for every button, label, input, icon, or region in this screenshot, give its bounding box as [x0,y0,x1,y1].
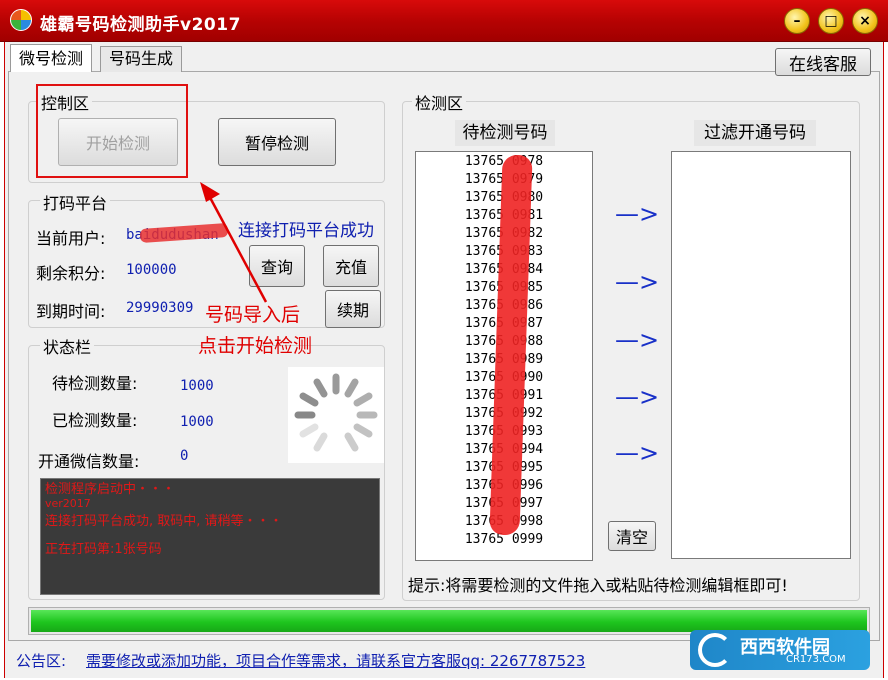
opened-count-value: 0 [180,448,189,464]
tip-text: 提示:将需要检测的文件拖入或粘贴待检测编辑框即可! [408,576,788,595]
recharge-button[interactable]: 充值 [323,245,379,287]
arrow-right-icon: —> [615,383,660,411]
arrow-right-icon: —> [615,439,660,467]
minimize-icon: – [793,13,801,29]
detect-group-title: 检测区 [412,90,467,114]
platform-group-title: 打码平台 [40,190,111,214]
tab-number-generate[interactable]: 号码生成 [100,46,183,72]
opened-count-label: 开通微信数量: [38,452,140,471]
log-console[interactable]: 检测程序启动中・・・ ver2017 连接打码平台成功, 取码中, 请稍等・・・… [40,478,380,595]
hint-arrow-icon [200,182,268,303]
hint-line-2: 点击开始检测 [198,335,313,357]
arrow-right-icon: —> [615,200,660,228]
highlight-box [36,84,188,178]
points-value: 100000 [126,262,177,278]
log-line: ver2017 [45,497,91,510]
log-line: 连接打码平台成功, 取码中, 请稍等・・・ [45,514,283,529]
status-group-title: 状态栏 [40,334,95,358]
notice-label: 公告区: [16,652,67,670]
close-button[interactable]: × [852,8,878,34]
close-icon: × [859,13,871,29]
app-icon [10,9,32,31]
progress-fill [31,610,867,632]
current-user-label: 当前用户: [36,229,106,248]
arrow-right-icon: —> [615,268,660,296]
log-line: 检测程序启动中・・・ [45,482,176,497]
notice-link[interactable]: 需要修改或添加功能，项目合作等需求，请联系官方客服qq: 2267787523 [86,650,585,671]
expire-label: 到期时间: [36,302,106,321]
tab-wechat-check[interactable]: 微号检测 [10,44,93,72]
watermark-url: CR173.COM [786,654,846,665]
watermark-c-icon [698,633,732,667]
expire-value: 29990309 [126,300,194,316]
filtered-numbers-list[interactable] [671,151,851,559]
checked-count-value: 1000 [180,414,214,430]
pending-count-label: 待检测数量: [52,374,138,393]
maximize-button[interactable]: □ [818,8,844,34]
points-label: 剩余积分: [36,264,106,283]
pause-check-button[interactable]: 暂停检测 [218,118,336,166]
loading-spinner-icon [288,367,384,463]
log-line: 正在打码第:1张号码 [45,542,162,557]
filtered-numbers-header: 过滤开通号码 [694,120,816,146]
checked-count-label: 已检测数量: [52,411,138,430]
maximize-icon: □ [824,13,838,29]
pending-numbers-header: 待检测号码 [455,120,555,146]
window-title: 雄霸号码检测助手v2017 [40,15,241,35]
clear-button[interactable]: 清空 [608,521,656,551]
renew-button[interactable]: 续期 [325,290,381,328]
online-service-button[interactable]: 在线客服 [775,48,871,76]
minimize-button[interactable]: – [784,8,810,34]
pending-count-value: 1000 [180,378,214,394]
watermark-logo: 西西软件园 CR173.COM [690,630,870,670]
arrow-right-icon: —> [615,326,660,354]
